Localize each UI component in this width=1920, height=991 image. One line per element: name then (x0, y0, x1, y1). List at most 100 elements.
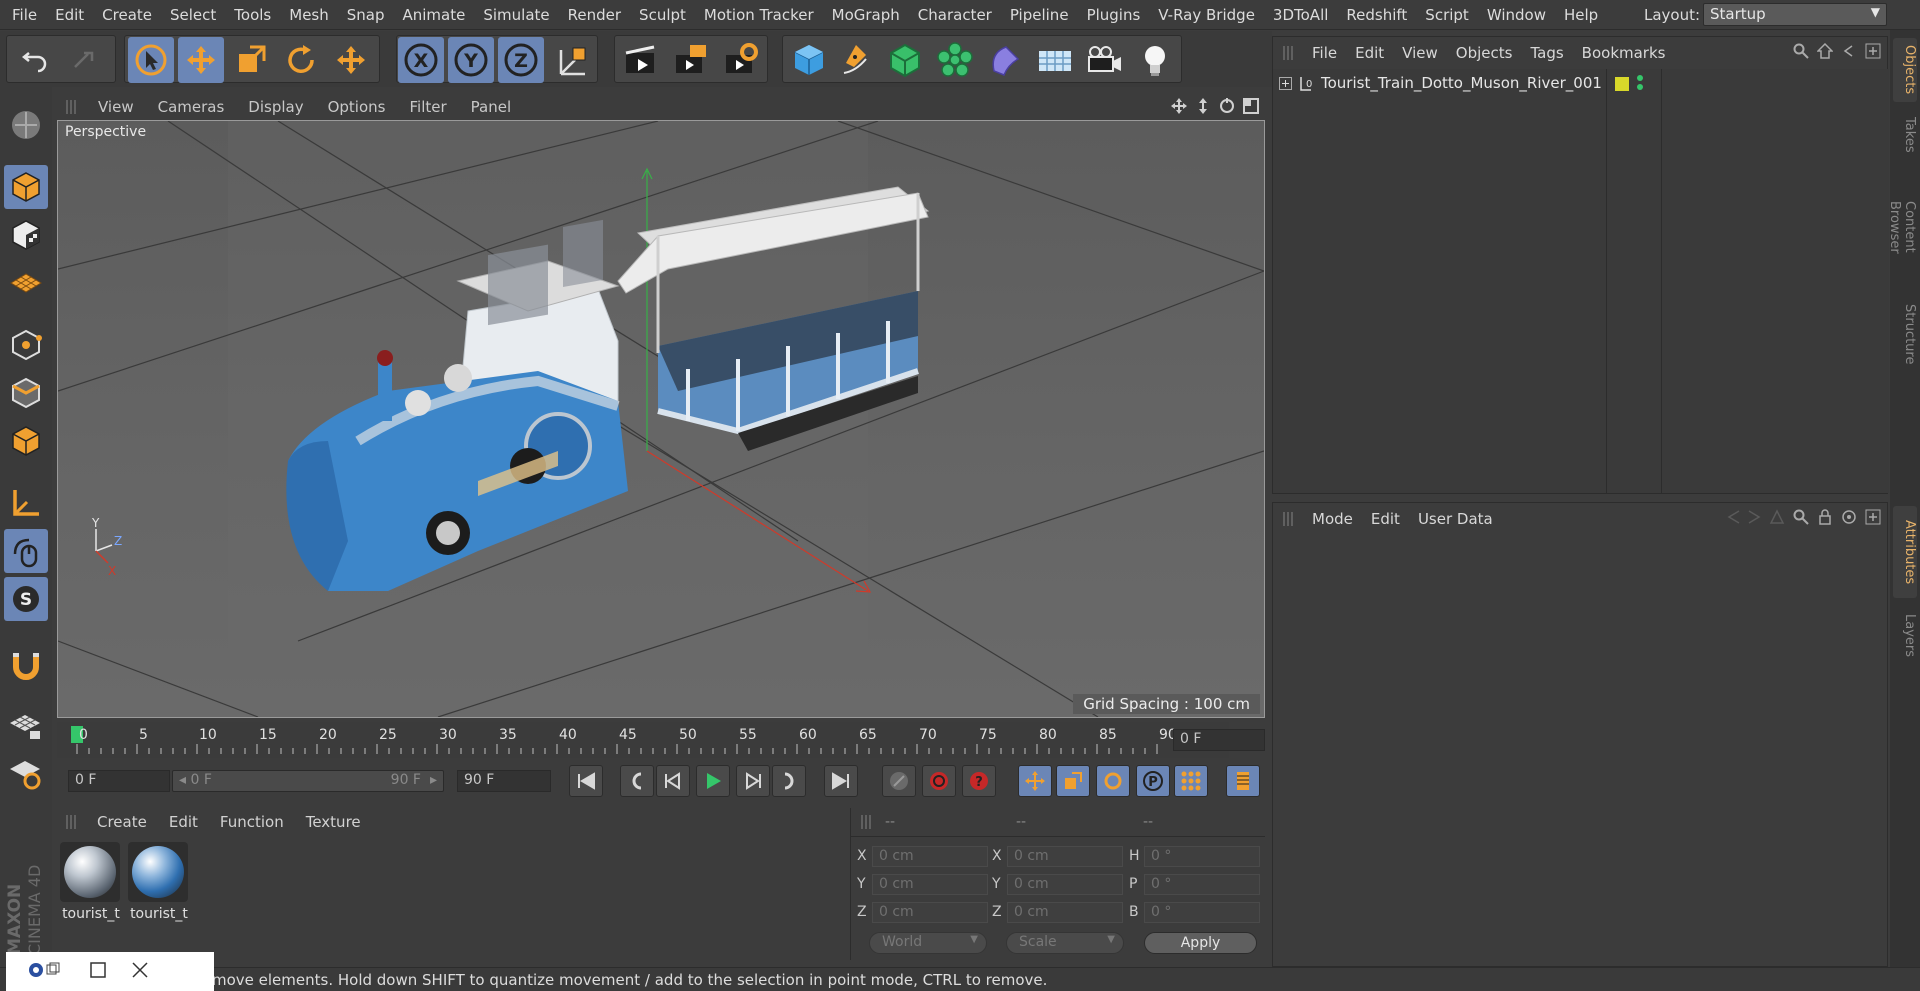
select-arrow-icon[interactable] (128, 37, 174, 83)
workplane-mode-icon[interactable] (4, 261, 48, 305)
material-menu-function[interactable]: Function (209, 813, 295, 831)
viewport-menu-filter[interactable]: Filter (397, 98, 458, 116)
render-picture-viewer-icon[interactable] (668, 37, 714, 83)
tab-takes[interactable]: Takes (1893, 110, 1917, 160)
back-forward-icon[interactable] (1727, 509, 1761, 525)
menu-help[interactable]: Help (1555, 6, 1607, 24)
menu-animate[interactable]: Animate (394, 6, 475, 24)
search-icon[interactable] (1793, 43, 1809, 59)
redo-icon[interactable] (62, 37, 108, 83)
back-icon[interactable] (1841, 43, 1857, 59)
pen-icon[interactable] (832, 37, 878, 83)
attribute-menu-edit[interactable]: Edit (1362, 510, 1409, 528)
frame-range-slider[interactable]: ◂ 0 F 90 F ▸ (172, 770, 444, 792)
rot-b-field[interactable]: 0 ° (1144, 902, 1260, 923)
material-item[interactable]: tourist_t (128, 842, 190, 922)
menu-snap[interactable]: Snap (338, 6, 394, 24)
menu-3dtoall[interactable]: 3DToAll (1264, 6, 1337, 24)
viewport-menu-view[interactable]: View (86, 98, 146, 116)
locked-workplane-icon[interactable] (4, 703, 48, 747)
y-axis-button[interactable]: Y (448, 37, 494, 83)
expand-icon[interactable] (1279, 77, 1293, 91)
texture-mode-icon[interactable] (4, 213, 48, 257)
light-icon[interactable] (1132, 37, 1178, 83)
menu-motion-tracker[interactable]: Motion Tracker (695, 6, 823, 24)
next-frame-icon[interactable] (736, 765, 770, 797)
tab-attributes[interactable]: Attributes (1893, 506, 1917, 598)
panel-grip[interactable] (861, 815, 873, 829)
menu-edit[interactable]: Edit (46, 6, 93, 24)
object-menu-tags[interactable]: Tags (1521, 44, 1572, 62)
make-editable-icon[interactable] (4, 103, 48, 147)
perspective-viewport[interactable]: Y Z X Perspective Grid Spacing : 100 cm (57, 120, 1265, 718)
menu-script[interactable]: Script (1416, 6, 1478, 24)
menu-sculpt[interactable]: Sculpt (630, 6, 695, 24)
subdivision-icon[interactable] (882, 37, 928, 83)
viewport-pan-icon[interactable] (1170, 97, 1188, 115)
current-frame-field[interactable]: 0 F (1173, 729, 1265, 751)
home-icon[interactable] (1817, 43, 1833, 59)
previous-key-icon[interactable] (620, 765, 654, 797)
pos-x-field[interactable]: 0 cm (872, 846, 988, 867)
pos-z-field[interactable]: 0 cm (872, 902, 988, 923)
scale-icon[interactable] (228, 37, 274, 83)
size-y-field[interactable]: 0 cm (1007, 874, 1123, 895)
render-settings-icon[interactable] (718, 37, 764, 83)
maximize-icon[interactable] (90, 961, 106, 982)
viewport-maximize-icon[interactable] (1242, 97, 1260, 115)
menu-character[interactable]: Character (909, 6, 1001, 24)
timeline-window-icon[interactable] (1226, 765, 1260, 797)
menu-redshift[interactable]: Redshift (1337, 6, 1416, 24)
mograph-cloner-icon[interactable] (932, 37, 978, 83)
menu-mograph[interactable]: MoGraph (823, 6, 909, 24)
apply-button[interactable]: Apply (1144, 932, 1257, 954)
render-visibility-dot[interactable] (1637, 84, 1643, 90)
menu-window[interactable]: Window (1478, 6, 1555, 24)
go-to-end-icon[interactable] (824, 765, 858, 797)
go-to-start-icon[interactable] (569, 765, 603, 797)
key-position-icon[interactable] (1018, 765, 1052, 797)
menu-tools[interactable]: Tools (225, 6, 280, 24)
menu-simulate[interactable]: Simulate (474, 6, 558, 24)
object-row[interactable]: 0 Tourist_Train_Dotto_Muson_River_001 (1273, 73, 1889, 95)
timeline-ruler[interactable]: 0 5 10 15 20 25 30 35 40 45 50 55 60 65 70 75 80 85 90 (57, 722, 1229, 758)
keyframe-selection-icon[interactable]: ? (962, 765, 996, 797)
object-menu-file[interactable]: File (1303, 44, 1346, 62)
size-z-field[interactable]: 0 cm (1007, 902, 1123, 923)
viewport-menu-cameras[interactable]: Cameras (146, 98, 237, 116)
object-menu-bookmarks[interactable]: Bookmarks (1573, 44, 1675, 62)
viewport-menu-panel[interactable]: Panel (459, 98, 523, 116)
size-x-field[interactable]: 0 cm (1007, 846, 1123, 867)
next-key-icon[interactable] (772, 765, 806, 797)
rotate-icon[interactable] (278, 37, 324, 83)
menu-pipeline[interactable]: Pipeline (1001, 6, 1078, 24)
move-icon[interactable] (178, 37, 224, 83)
attribute-menu-mode[interactable]: Mode (1303, 510, 1362, 528)
tweak-mode-icon[interactable] (4, 529, 48, 573)
x-axis-button[interactable]: X (398, 37, 444, 83)
start-frame-field[interactable]: 0 F (68, 770, 170, 792)
solo-mode-icon[interactable]: S (4, 577, 48, 621)
material-menu-edit[interactable]: Edit (158, 813, 209, 831)
object-menu-objects[interactable]: Objects (1447, 44, 1522, 62)
key-rotation-icon[interactable] (1096, 765, 1130, 797)
previous-frame-icon[interactable] (656, 765, 690, 797)
menu-render[interactable]: Render (559, 6, 630, 24)
viewport-rotate-icon[interactable] (1218, 97, 1236, 115)
tab-structure[interactable]: Structure (1893, 294, 1917, 374)
search-icon[interactable] (1793, 509, 1809, 525)
menu-vray-bridge[interactable]: V-Ray Bridge (1149, 6, 1264, 24)
panel-grip[interactable] (66, 815, 78, 829)
material-item[interactable]: tourist_t (60, 842, 122, 922)
z-axis-button[interactable]: Z (498, 37, 544, 83)
object-menu-view[interactable]: View (1393, 44, 1447, 62)
autokey-icon[interactable] (922, 765, 956, 797)
viewport-zoom-icon[interactable] (1194, 97, 1212, 115)
record-keys-disabled-icon[interactable] (882, 765, 916, 797)
menu-create[interactable]: Create (93, 6, 161, 24)
panel-grip[interactable] (1283, 46, 1295, 60)
render-view-icon[interactable] (618, 37, 664, 83)
cube-icon[interactable] (786, 37, 832, 83)
camera-icon[interactable] (1082, 37, 1128, 83)
deformer-icon[interactable] (982, 37, 1028, 83)
